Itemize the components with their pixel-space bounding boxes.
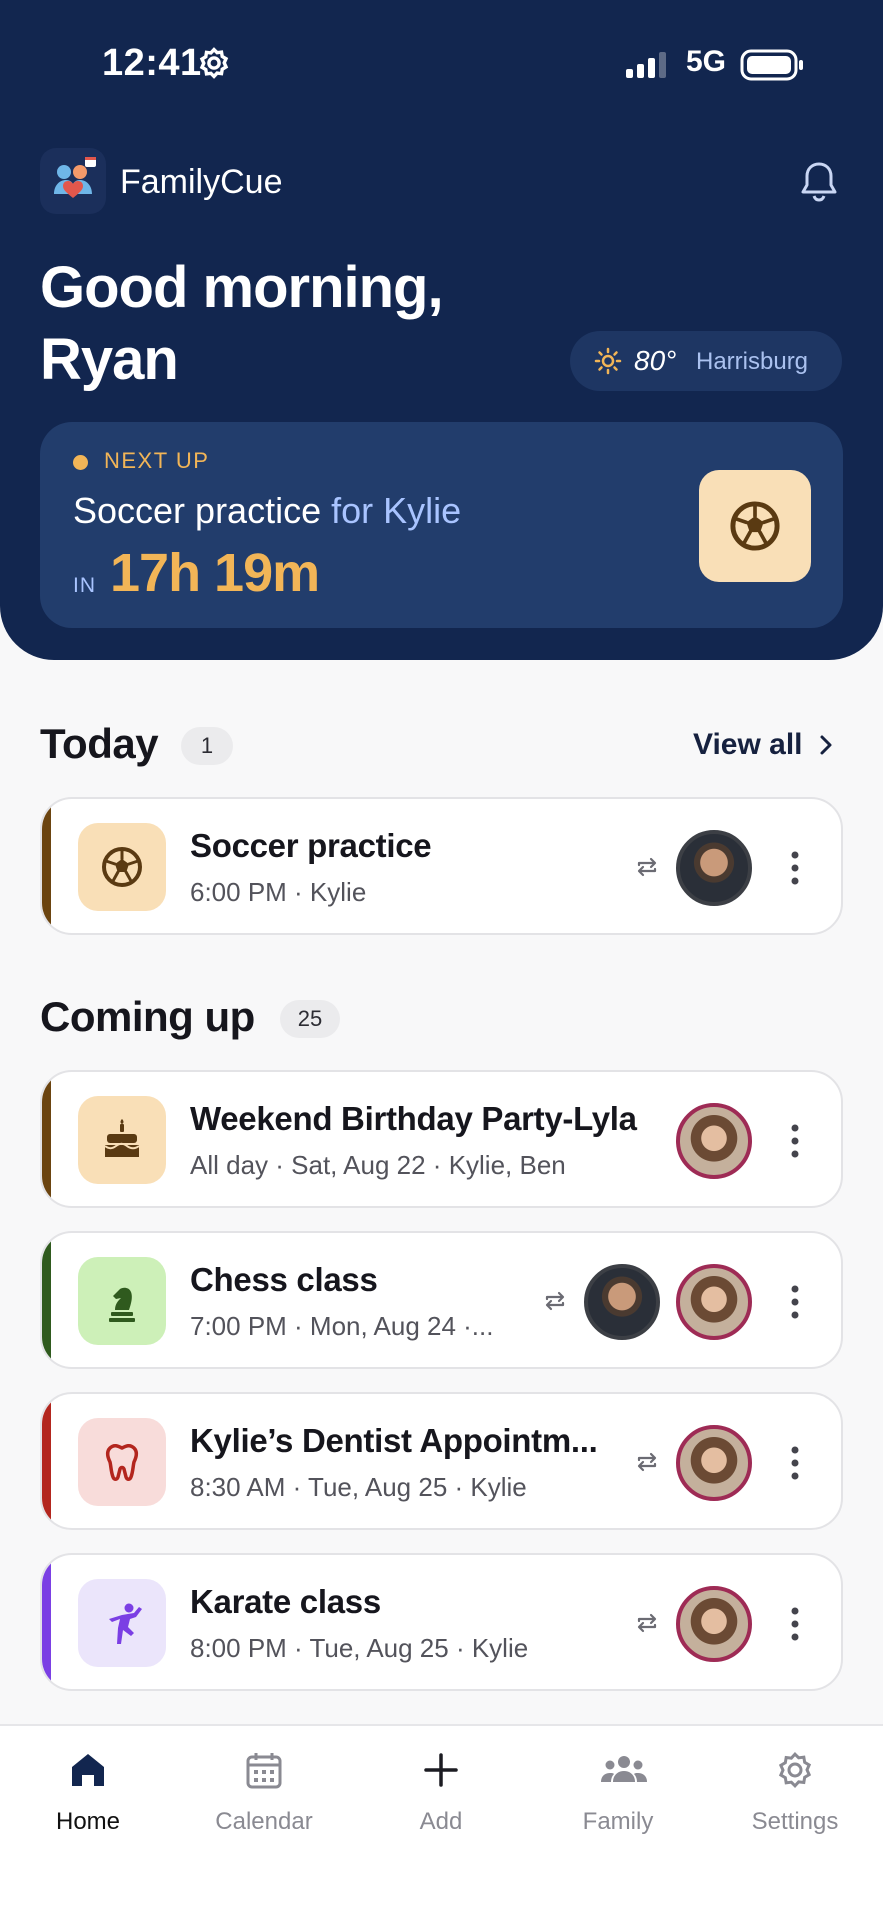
tab-family[interactable]: Family: [530, 1726, 706, 1866]
avatar-kylie: [676, 1103, 752, 1179]
coming-up-title: Coming up: [40, 993, 255, 1040]
event-card[interactable]: Soccer practice 6:00 PM · Kylie: [40, 797, 843, 935]
event-title: Soccer practice: [190, 827, 432, 864]
event-title: Kylie’s Dentist Appointm...: [190, 1422, 598, 1459]
gear-status-icon: [199, 47, 229, 79]
event-icon-box: [78, 823, 166, 911]
settings-icon: [778, 1751, 812, 1789]
event-color-bar: [42, 1072, 51, 1206]
status-bar: 12:41 5G: [0, 42, 883, 90]
cake-icon: [104, 1119, 140, 1157]
today-count-badge: 1: [181, 727, 233, 765]
more-options-icon[interactable]: [785, 1283, 805, 1321]
event-subtitle: 7:00 PM · Mon, Aug 24 ·...: [190, 1311, 494, 1341]
family-icon: [601, 1756, 647, 1782]
tab-calendar[interactable]: Calendar: [176, 1726, 352, 1866]
more-options-icon[interactable]: [785, 1444, 805, 1482]
sun-icon: [594, 347, 622, 375]
event-card[interactable]: Kylie’s Dentist Appointm... 8:30 AM · Tu…: [40, 1392, 843, 1530]
plus-icon: [424, 1753, 458, 1787]
battery-icon: [740, 49, 803, 81]
event-icon-box: [78, 1257, 166, 1345]
avatar-kylie: [676, 1264, 752, 1340]
event-title: Weekend Birthday Party-Lyla: [190, 1100, 637, 1137]
avatar-kylie: [676, 1586, 752, 1662]
event-card[interactable]: Karate class 8:00 PM · Tue, Aug 25 · Kyl…: [40, 1553, 843, 1691]
more-options-icon[interactable]: [785, 1122, 805, 1160]
tab-label: Family: [582, 1808, 654, 1835]
tab-label: Home: [55, 1808, 121, 1835]
soccer-ball-icon: [102, 847, 142, 887]
event-subtitle: 6:00 PM · Kylie: [190, 877, 367, 907]
event-color-bar: [42, 799, 51, 933]
event-color-bar: [42, 1233, 51, 1367]
tab-label: Calendar: [215, 1808, 313, 1835]
event-subtitle: 8:00 PM · Tue, Aug 25 · Kylie: [190, 1633, 529, 1663]
event-icon-box: [78, 1579, 166, 1667]
bottom-tab-bar: Home Calendar Add Family Settings: [0, 1724, 883, 1920]
event-subtitle: All day · Sat, Aug 22 · Kylie, Ben: [190, 1150, 566, 1180]
chevron-right-icon[interactable]: [816, 733, 836, 757]
weather-temp: 80°: [634, 345, 677, 376]
repeat-icon: [637, 857, 657, 877]
weather-chip[interactable]: 80° Harrisburg: [570, 331, 842, 391]
tab-settings[interactable]: Settings: [707, 1726, 883, 1866]
coming-up-count-badge: 25: [280, 1000, 340, 1038]
avatar-ryan: [584, 1264, 660, 1340]
today-title: Today: [40, 720, 159, 767]
next-up-in-label: IN: [73, 574, 96, 597]
avatar-ryan: [676, 830, 752, 906]
greeting-line1: Good morning,: [40, 255, 444, 320]
next-up-icon-box: [699, 470, 811, 582]
greeting-name: Ryan: [40, 327, 179, 392]
event-card[interactable]: Chess class 7:00 PM · Mon, Aug 24 ·...: [40, 1231, 843, 1369]
tooth-icon: [105, 1443, 139, 1481]
tab-home[interactable]: Home: [0, 1726, 176, 1866]
avatar-kylie: [676, 1425, 752, 1501]
event-card[interactable]: Weekend Birthday Party-Lyla All day · Sa…: [40, 1070, 843, 1208]
tab-label: Add: [419, 1808, 463, 1835]
soccer-ball-icon: [730, 501, 780, 551]
more-options-icon[interactable]: [785, 1605, 805, 1643]
next-up-event: Soccer practice: [73, 490, 322, 531]
repeat-icon: [637, 1613, 657, 1633]
event-color-bar: [42, 1394, 51, 1528]
event-color-bar: [42, 1555, 51, 1689]
next-up-for: for Kylie: [331, 490, 462, 531]
next-up-dot: [73, 455, 88, 470]
tab-label: Settings: [751, 1808, 839, 1835]
next-up-card[interactable]: NEXT UP Soccer practice for Kylie IN 17h…: [40, 422, 843, 628]
notifications-bell-icon[interactable]: [798, 160, 840, 204]
view-all-link[interactable]: View all: [693, 728, 803, 762]
event-title: Chess class: [190, 1261, 378, 1298]
app-logo: [40, 148, 106, 214]
status-time: 12:41: [102, 42, 202, 84]
more-options-icon[interactable]: [785, 849, 805, 887]
next-up-label: NEXT UP: [104, 448, 210, 473]
network-type: 5G: [686, 45, 727, 78]
event-icon-box: [78, 1096, 166, 1184]
home-icon: [72, 1754, 104, 1786]
header-panel: 12:41 5G FamilyCue Good morning, Ryan 80…: [0, 0, 883, 660]
karate-icon: [109, 1603, 142, 1644]
tab-add[interactable]: Add: [353, 1726, 529, 1866]
event-icon-box: [78, 1418, 166, 1506]
next-up-title: Soccer practice for Kylie: [73, 490, 461, 532]
greeting: Good morning, Ryan: [40, 252, 444, 396]
event-title: Karate class: [190, 1583, 381, 1620]
app-name: FamilyCue: [120, 163, 283, 201]
repeat-icon: [545, 1291, 565, 1311]
next-up-countdown: 17h 19m: [110, 543, 320, 603]
event-subtitle: 8:30 AM · Tue, Aug 25 · Kylie: [190, 1472, 527, 1502]
signal-icon: [626, 52, 666, 78]
weather-city: Harrisburg: [696, 348, 809, 375]
repeat-icon: [637, 1452, 657, 1472]
chess-knight-icon: [109, 1287, 135, 1322]
calendar-icon: [246, 1753, 282, 1789]
